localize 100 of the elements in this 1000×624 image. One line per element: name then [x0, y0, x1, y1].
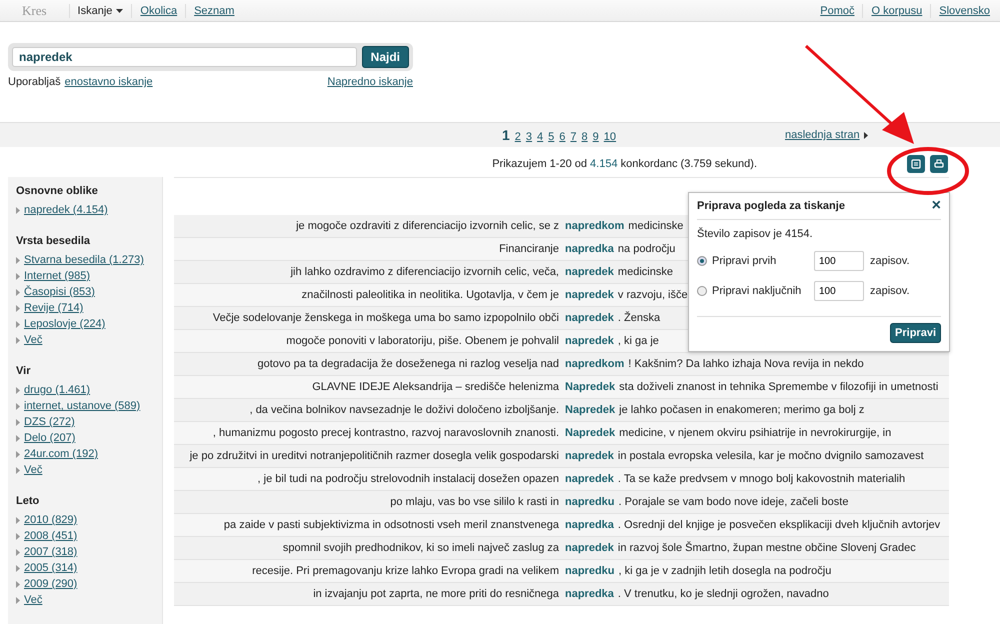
triangle-right-icon [16, 402, 20, 410]
triangle-right-icon [16, 466, 20, 474]
right-context: na področju [618, 243, 676, 255]
right-context: medicinske [628, 220, 684, 232]
keyword-link[interactable]: napredek [565, 335, 614, 347]
page-link[interactable]: 6 [559, 131, 566, 143]
keyword-link[interactable]: napredka [565, 519, 614, 531]
left-context: je mogoče ozdraviti z diferenciacijo izvornih celic, se z [294, 220, 559, 232]
unit-label: zapisov. [870, 285, 910, 297]
option-label: Pripravi naključnih [712, 285, 802, 297]
right-context: . Osrednji del knjige je posvečen eksplikaciji dveh ključnih avtorjev [618, 519, 940, 531]
keyword-link[interactable]: napredek [565, 473, 614, 485]
page-link[interactable]: 7 [570, 131, 577, 143]
triangle-right-icon [16, 580, 20, 588]
right-context: sta doživeli znanost in tehnika Spremembe v filozofiji in umetnosti [619, 381, 938, 393]
header-link[interactable]: Pomoč [820, 4, 854, 16]
left-context: GLAVNE IDEJE Aleksandrija – središče helenizma [311, 381, 559, 393]
triangle-right-icon [16, 532, 20, 540]
right-context: medicine, v njenem okviru psihiatrije in nevrokirurgije, in [619, 427, 892, 439]
right-context: in razvoj šole Šmartno, župan mestne občine Slovenj Gradec [618, 542, 916, 554]
option-label: Pripravi prvih [712, 255, 778, 267]
search-button[interactable]: Najdi [362, 46, 409, 68]
keyword-link[interactable]: napredka [565, 588, 614, 600]
page-link[interactable]: 10 [604, 131, 616, 143]
filter-link[interactable]: napredek (4.154) [24, 204, 108, 216]
filter-link[interactable]: Leposlovje (224) [24, 318, 106, 330]
right-context: . Porajale se vam bodo nove ideje, začeli boste [618, 496, 848, 508]
filter-link[interactable]: DZS (272) [24, 416, 75, 428]
keyword-link[interactable]: napredkom [565, 358, 624, 370]
header-link[interactable]: O korpusu [871, 4, 922, 16]
filter-link[interactable]: drugo (1.461) [24, 384, 90, 396]
right-context: v razvoju, išče [618, 289, 688, 301]
radio-button[interactable] [697, 256, 707, 266]
advanced-search-link[interactable]: Napredno iskanje [327, 76, 413, 88]
triangle-right-icon [16, 288, 20, 296]
right-context: , ki ga je [618, 335, 659, 347]
filter-link[interactable]: Časopisi (853) [24, 286, 95, 298]
filter-link[interactable]: Več [24, 464, 42, 476]
page-link[interactable]: 9 [592, 131, 599, 143]
page-link[interactable]: 2 [514, 131, 521, 143]
next-page-link[interactable]: naslednja stran [785, 129, 860, 141]
page-link[interactable]: 5 [548, 131, 554, 143]
logo-text: Kres [22, 2, 47, 18]
nav-tab[interactable]: Iskanje [78, 4, 124, 16]
filter-link[interactable]: 2007 (318) [24, 546, 78, 558]
filter-link[interactable]: Delo (207) [24, 432, 76, 444]
keyword-link[interactable]: napredku [565, 496, 615, 508]
simple-search-link[interactable]: enostavno iskanje [64, 76, 153, 88]
triangle-right-icon [16, 320, 20, 328]
filter-heading: Leto [16, 495, 40, 507]
keyword-link[interactable]: Napredek [565, 404, 616, 416]
keyword-link[interactable]: napredka [565, 243, 614, 255]
triangle-right-icon [16, 450, 20, 458]
left-context: po mlaju, vas bo vse sililo k rasti in [389, 496, 559, 508]
filter-link[interactable]: Stvarna besedila (1.273) [24, 254, 144, 266]
page-link[interactable]: 1 [502, 127, 510, 143]
filter-link[interactable]: internet, ustanove (589) [24, 400, 140, 412]
keyword-link[interactable]: Napredek [565, 381, 616, 393]
header-link[interactable]: Slovensko [939, 4, 990, 16]
left-context: mogoče ponoviti v laboratoriju, piše. Obenem je pohvalil [285, 335, 559, 347]
radio-button[interactable] [697, 286, 707, 296]
keyword-link[interactable]: napredek [565, 312, 614, 324]
filter-link[interactable]: Več [24, 334, 42, 346]
print-icon[interactable] [930, 155, 948, 173]
filter-link[interactable]: 2009 (290) [24, 578, 78, 590]
search-field[interactable]: napredek [12, 47, 357, 67]
count-field[interactable]: 100 [814, 281, 864, 301]
triangle-right-icon [864, 132, 868, 138]
count-field[interactable]: 100 [814, 251, 864, 271]
triangle-right-icon [16, 434, 20, 442]
save-icon[interactable] [907, 155, 925, 173]
filter-link[interactable]: 2008 (451) [24, 530, 78, 542]
filter-link[interactable]: Več [24, 594, 42, 606]
right-context: je lahko počasen in enakomeren; merimo ga bolj z [619, 404, 864, 416]
left-context: recesije. Pri premagovanju krize lahko Evropa gradi na velikem [251, 565, 559, 577]
filter-link[interactable]: Revije (714) [24, 302, 84, 314]
nav-tab[interactable]: Okolica [140, 4, 178, 16]
left-context: spomnil svojih predhodnikov, ki so imeli največ zaslug za [282, 542, 559, 554]
filter-link[interactable]: Internet (985) [24, 270, 90, 282]
keyword-link[interactable]: napredek [565, 542, 614, 554]
nav-tab[interactable]: Seznam [194, 4, 234, 16]
keyword-link[interactable]: Napredek [565, 427, 616, 439]
filter-link[interactable]: 24ur.com (192) [24, 448, 98, 460]
filter-heading: Vir [16, 365, 32, 377]
prepare-button[interactable]: Pripravi [890, 323, 941, 343]
keyword-link[interactable]: napredek [565, 266, 614, 278]
keyword-link[interactable]: napredkom [565, 220, 624, 232]
unit-label: zapisov. [870, 255, 910, 267]
left-context: Večje sodelovanje ženskega in moškega uma bo samo izpopolnilo obči [212, 312, 559, 324]
keyword-link[interactable]: napredku [565, 565, 615, 577]
filter-link[interactable]: 2010 (829) [24, 514, 78, 526]
right-context: . Ženska [618, 312, 660, 324]
page-link[interactable]: 4 [537, 131, 544, 143]
page-link[interactable]: 3 [526, 131, 532, 143]
filter-link[interactable]: 2005 (314) [24, 562, 78, 574]
filter-heading: Vrsta besedila [16, 235, 91, 247]
keyword-link[interactable]: napredek [565, 450, 614, 462]
keyword-link[interactable]: napredek [565, 289, 614, 301]
page-link[interactable]: 8 [582, 131, 588, 143]
right-context: , ki ga je v zadnjih letih dosegla na področju [618, 565, 832, 577]
